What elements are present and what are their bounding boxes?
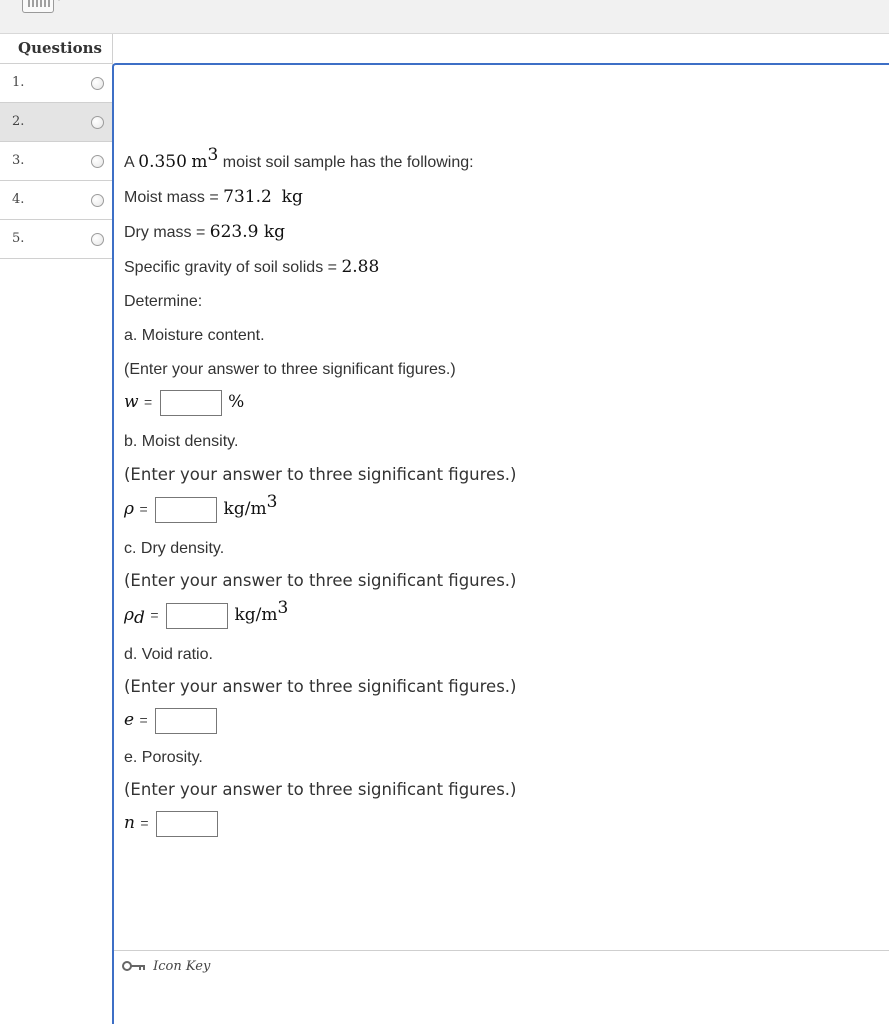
problem-intro: A 0.350 m3 moist soil sample has the fol…	[124, 145, 474, 173]
icon-key-label: Icon Key	[153, 959, 211, 974]
part-e-answer-row: n =	[124, 811, 220, 837]
determine-label: Determine:	[124, 293, 203, 310]
caret-down-icon	[56, 0, 62, 1]
porosity-input[interactable]	[156, 811, 219, 837]
question-number: 3.	[12, 153, 25, 168]
part-a-answer-row: w = %	[124, 390, 244, 416]
unit-label: %	[228, 392, 245, 413]
volume-value: 0.350	[138, 152, 187, 172]
question-number: 4.	[12, 192, 25, 207]
dry-density-input[interactable]	[165, 603, 228, 629]
moist-mass-line: Moist mass = 731.2 kg	[124, 187, 303, 207]
part-a-instruction: (Enter your answer to three significant …	[124, 361, 456, 378]
toolbar	[0, 0, 889, 34]
status-radio-icon	[91, 155, 104, 168]
keyboard-dropdown-button[interactable]	[20, 0, 80, 16]
unit-label: kg/m	[223, 499, 267, 520]
part-c-instruction: (Enter your answer to three significant …	[124, 571, 517, 590]
part-e-instruction: (Enter your answer to three significant …	[124, 780, 517, 799]
part-d-label: d. Void ratio.	[124, 646, 213, 663]
part-b-label: b. Moist density.	[124, 433, 239, 450]
question-item-5[interactable]: 5.	[0, 220, 112, 259]
void-ratio-input[interactable]	[155, 708, 218, 734]
part-b-instruction: (Enter your answer to three significant …	[124, 465, 517, 484]
key-icon	[122, 961, 146, 971]
status-radio-icon	[91, 77, 104, 90]
status-radio-icon	[91, 194, 104, 207]
specific-gravity-value: 2.88	[341, 257, 380, 277]
part-b-answer-row: ρ = kg/m3	[124, 494, 277, 523]
part-d-answer-row: e =	[124, 708, 219, 734]
question-number: 2.	[12, 114, 25, 129]
part-d-instruction: (Enter your answer to three significant …	[124, 677, 517, 696]
dry-mass-line: Dry mass = 623.9 kg	[124, 222, 286, 242]
specific-gravity-line: Specific gravity of soil solids = 2.88	[124, 257, 380, 277]
question-item-2[interactable]: 2.	[0, 103, 112, 142]
question-number: 1.	[12, 75, 25, 90]
question-item-4[interactable]: 4.	[0, 181, 112, 220]
moisture-content-input[interactable]	[159, 390, 222, 416]
question-panel: A 0.350 m3 moist soil sample has the fol…	[112, 63, 889, 1024]
moist-mass-value: 731.2	[223, 187, 272, 207]
footer-divider	[114, 950, 889, 951]
question-sidebar: Questions 1. 2. 3. 4. 5.	[0, 34, 113, 1024]
status-radio-icon	[91, 233, 104, 246]
part-c-label: c. Dry density.	[124, 540, 225, 557]
question-number: 5.	[12, 231, 25, 246]
icon-key-link[interactable]: Icon Key	[122, 959, 210, 974]
status-radio-icon	[91, 116, 104, 129]
moist-density-input[interactable]	[155, 497, 218, 523]
question-item-1[interactable]: 1.	[0, 64, 112, 103]
part-e-label: e. Porosity.	[124, 749, 203, 766]
part-a-label: a. Moisture content.	[124, 327, 265, 344]
dry-mass-value: 623.9 kg	[209, 222, 286, 242]
part-c-answer-row: ρd = kg/m3	[124, 598, 289, 629]
top-strip	[113, 34, 889, 63]
unit-label: kg/m	[234, 605, 278, 626]
questions-header: Questions	[0, 34, 112, 64]
question-item-3[interactable]: 3.	[0, 142, 112, 181]
keyboard-icon	[22, 0, 54, 13]
